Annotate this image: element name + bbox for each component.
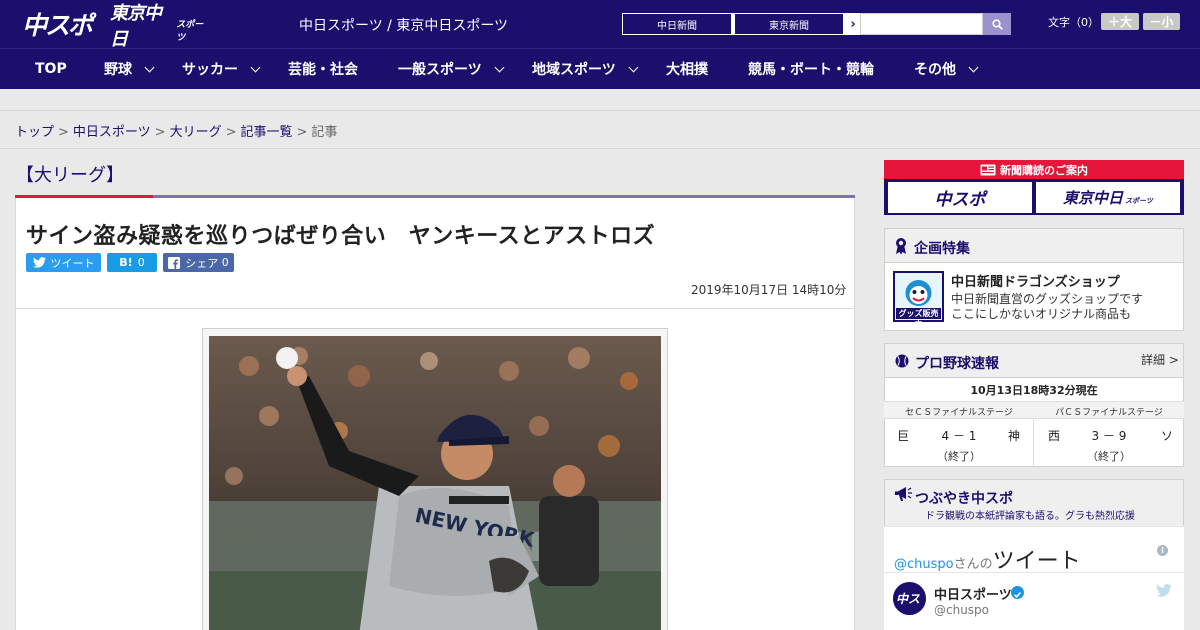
- nav-item-baseball[interactable]: 野球: [104, 49, 155, 89]
- facebook-label: シェア: [185, 256, 219, 270]
- tweet-account-user[interactable]: @chuspo: [934, 603, 989, 617]
- hatena-bookmark-button[interactable]: B! 0: [107, 253, 157, 272]
- baseball-header: プロ野球速報: [885, 344, 1183, 378]
- handle-suffix: さんの: [953, 557, 993, 572]
- font-smaller-button[interactable]: －小: [1143, 13, 1180, 30]
- breadcrumb: トップ > 中日スポーツ > 大リーグ > 記事一覧 > 記事: [15, 121, 337, 140]
- chevron-down-icon: [144, 62, 155, 72]
- chuspo-avatar-icon: 中ス: [893, 582, 926, 615]
- twitter-widget: [884, 526, 1184, 630]
- chuspo-logo[interactable]: 中スポ: [22, 8, 102, 40]
- away-team: 神: [1008, 429, 1021, 443]
- global-nav: TOP 野球 サッカー 芸能・社会 一般スポーツ 地域スポーツ 大相撲 競馬・ボ…: [0, 48, 1200, 89]
- stage-row: セＣＳファイナルステージ パＣＳファイナルステージ: [884, 401, 1184, 419]
- hatena-count: 0: [137, 256, 145, 269]
- search-input[interactable]: [860, 13, 983, 35]
- hatena-icon: B!: [119, 256, 133, 269]
- tweet-box-subtitle: ドラ観戦の本紙評論家も語る。グラも熱烈応援: [925, 511, 1135, 522]
- breadcrumb-separator: >: [58, 125, 69, 140]
- tweet-heading: ツイート: [992, 549, 1081, 574]
- chevron-down-icon: [250, 62, 261, 72]
- breadcrumb-separator: >: [296, 125, 308, 140]
- subscription-title-text: 新聞購読のご案内: [1000, 163, 1088, 177]
- away-team: ソ: [1161, 429, 1174, 443]
- breadcrumb-separator: >: [225, 125, 237, 140]
- font-size-label: 文字（0）: [1048, 16, 1099, 29]
- shop-title[interactable]: 中日新聞ドラゴンズショップ: [951, 271, 1120, 290]
- stage-pacific: パＣＳファイナルステージ: [1055, 408, 1163, 418]
- nav-item-local-sports[interactable]: 地域スポーツ: [532, 49, 639, 89]
- game-status: （終了）: [1087, 450, 1131, 463]
- twitter-timeline-heading[interactable]: @chuspoさんのツイート: [894, 543, 1081, 575]
- breadcrumb-chuspo[interactable]: 中日スポーツ: [73, 125, 151, 140]
- megaphone-icon: [895, 487, 912, 501]
- twitter-bird-icon: [32, 257, 46, 268]
- search-icon: [991, 18, 1003, 30]
- tweet-account-name[interactable]: 中日スポーツ: [934, 584, 1012, 603]
- tokyo-chunichi-logo[interactable]: 東京中日 スポーツ: [110, 3, 210, 50]
- avatar[interactable]: 中ス: [893, 582, 926, 615]
- chevron-down-icon: [494, 62, 505, 72]
- chevron-down-icon: [968, 62, 979, 72]
- game-status: （終了）: [937, 450, 981, 463]
- twitter-bird-icon[interactable]: [1156, 584, 1172, 597]
- tweet-button[interactable]: ツイート: [26, 253, 101, 272]
- breadcrumb-top[interactable]: トップ: [15, 125, 54, 140]
- font-larger-button[interactable]: ＋大: [1101, 13, 1139, 30]
- chunichi-shimbun-link[interactable]: 中日新聞 ›: [622, 13, 752, 35]
- verified-badge-icon: [1011, 586, 1024, 599]
- tokyo-shimbun-link[interactable]: 東京新聞 ›: [734, 13, 864, 35]
- shop-icon-caption: グッズ販売中: [898, 309, 939, 329]
- feature-title: 企画特集: [914, 241, 970, 257]
- breadcrumb-separator: >: [154, 125, 166, 140]
- facebook-icon: [168, 256, 181, 269]
- article-date: 2019年10月17日 14時10分: [691, 283, 847, 297]
- tweet-box-title: つぶやき中スポ: [915, 491, 1013, 507]
- stage-central: セＣＳファイナルステージ: [905, 408, 1013, 418]
- divider: [0, 148, 1200, 149]
- divider: [884, 572, 1184, 573]
- tweet-label: ツイート: [50, 256, 95, 270]
- chevron-down-icon: [628, 62, 639, 72]
- game-score[interactable]: 西 3 － 9 ソ （終了）: [1034, 419, 1184, 466]
- subscription-banner[interactable]: 新聞購読のご案内 中スポ 東京中日 スポーツ: [884, 160, 1184, 215]
- game-score[interactable]: 巨 4 － 1 神 （終了）: [884, 419, 1034, 466]
- subscription-title: 新聞購読のご案内: [884, 160, 1184, 179]
- baseball-title: プロ野球速報: [915, 356, 999, 372]
- breadcrumb-article-list[interactable]: 記事一覧: [241, 125, 293, 140]
- baseball-more-link[interactable]: 詳細 >: [1141, 351, 1179, 368]
- ribbon-icon: [896, 238, 906, 255]
- article-headline: サイン盗み疑惑を巡りつばぜり合い ヤンキースとアストロズ: [26, 224, 656, 249]
- article-photo[interactable]: NET NEW YORK: [209, 336, 661, 630]
- baseball-icon: [895, 354, 909, 368]
- facebook-count: 0: [221, 256, 229, 269]
- ad-strip: [0, 89, 1200, 111]
- breadcrumb-mlb[interactable]: 大リーグ: [170, 125, 222, 140]
- site-name[interactable]: 中日スポーツ / 東京中日スポーツ: [299, 15, 508, 35]
- paper-link-label: 東京新聞: [735, 14, 843, 34]
- paper-link-label: 中日新聞: [623, 14, 731, 34]
- newspaper-icon: [980, 164, 996, 175]
- article-category: 【大リーグ】: [16, 165, 124, 186]
- pitcher-photo: NET NEW YORK: [209, 336, 661, 630]
- nav-item-racing[interactable]: 競馬・ボート・競輪: [748, 49, 874, 89]
- nav-item-entertainment[interactable]: 芸能・社会: [288, 49, 358, 89]
- shop-description: 中日新聞直営のグッズショップです ここにしかないオリジナル商品も: [951, 292, 1144, 321]
- nav-item-general-sports[interactable]: 一般スポーツ: [398, 49, 505, 89]
- info-icon[interactable]: i: [1157, 545, 1168, 556]
- subscribe-chuspo-button[interactable]: 中スポ: [888, 182, 1032, 213]
- subscribe-tokyo-chunichi-button[interactable]: 東京中日 スポーツ: [1036, 182, 1180, 213]
- facebook-share-button[interactable]: シェア 0: [163, 253, 234, 272]
- search-button[interactable]: [983, 13, 1011, 35]
- nav-item-other[interactable]: その他: [914, 49, 979, 89]
- score-timestamp: 10月13日18時32分現在: [970, 384, 1098, 397]
- feature-header: 企画特集: [885, 229, 1183, 263]
- nav-item-sumo[interactable]: 大相撲: [666, 49, 708, 89]
- nav-item-soccer[interactable]: サッカー: [182, 49, 261, 89]
- twitter-handle-link: @chuspo: [894, 557, 954, 572]
- nav-item-top[interactable]: TOP: [35, 49, 67, 89]
- breadcrumb-current: 記事: [311, 125, 338, 140]
- svg-text:中ス: 中ス: [896, 592, 920, 606]
